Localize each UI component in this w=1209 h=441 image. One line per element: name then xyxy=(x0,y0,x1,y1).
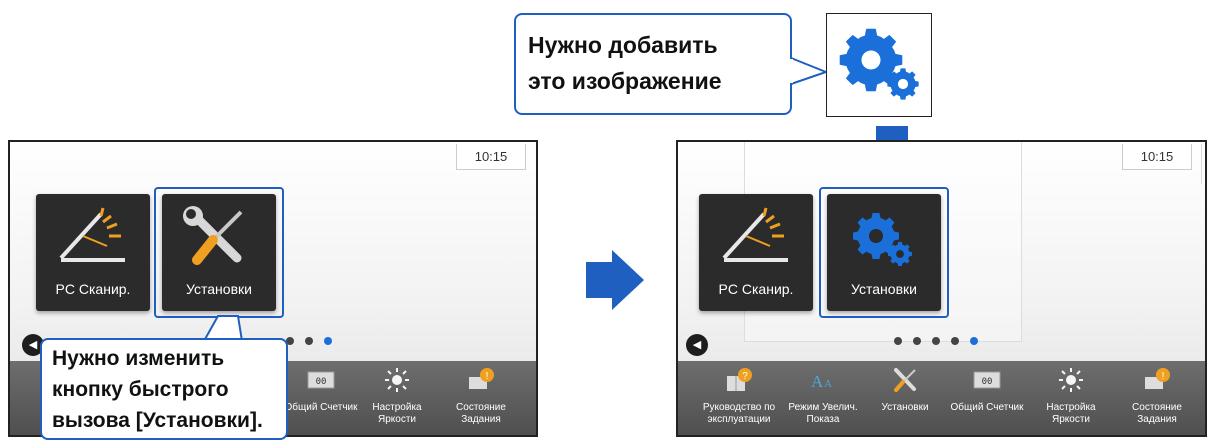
side-panel-toggle[interactable]: ◀▮ xyxy=(536,144,538,184)
zoom-text-icon: AA xyxy=(811,372,832,391)
taskbar-item-label: Состояние Задания xyxy=(1132,402,1182,425)
taskbar-item-label: Общий Счетчик xyxy=(950,402,1024,413)
gears-image-box xyxy=(826,13,932,117)
callout-text-line-1: Нужно изменить xyxy=(52,347,225,370)
clock: 10:15 xyxy=(1122,144,1192,170)
gears-icon xyxy=(839,28,919,100)
tile-pc-scan[interactable]: PC Сканир. xyxy=(36,194,150,311)
tile-label: Установки xyxy=(851,281,917,297)
taskbar-item-label: Руководство по эксплуатации xyxy=(702,402,776,425)
page-dot[interactable] xyxy=(305,337,313,345)
page-dot[interactable] xyxy=(913,337,921,345)
svg-text:00: 00 xyxy=(316,377,327,387)
counter-icon: 00 xyxy=(307,371,335,389)
page-dot-active[interactable] xyxy=(970,337,978,345)
right-arrow-icon xyxy=(586,250,644,310)
after-screen: 10:15 ◀ PC Сканир. Установки ◀ ? Руковод… xyxy=(676,140,1207,437)
job-status-icon: ! xyxy=(469,368,494,389)
clock: 10:15 xyxy=(456,144,526,170)
tile-label: PC Сканир. xyxy=(718,281,794,297)
manual-icon: ? xyxy=(727,368,752,391)
callout-text-line-3: вызова [Установки]. xyxy=(52,409,263,432)
taskbar-item-job-status[interactable]: ! Состояние Задания xyxy=(438,367,524,426)
job-status-icon: ! xyxy=(1145,368,1170,389)
taskbar-item-zoom[interactable]: AA Режим Увелич. Показа xyxy=(780,367,866,426)
scanner-icon xyxy=(59,207,125,262)
page-dot[interactable] xyxy=(932,337,940,345)
taskbar-item-label: Режим Увелич. Показа xyxy=(788,402,858,425)
taskbar-item-brightness[interactable]: Настройка Яркости xyxy=(354,367,440,426)
page-indicator xyxy=(286,337,332,345)
taskbar: ? Руководство по эксплуатации AA Режим У… xyxy=(678,361,1205,435)
taskbar-item-settings[interactable]: Установки xyxy=(862,367,948,414)
svg-text:A: A xyxy=(824,378,832,390)
callout-pointer xyxy=(790,57,828,85)
taskbar-item-label: Состояние Задания xyxy=(456,402,506,425)
svg-text:00: 00 xyxy=(982,377,993,387)
tile-label: Установки xyxy=(186,281,252,297)
page-back-button[interactable]: ◀ xyxy=(686,334,708,356)
tile-pc-scan[interactable]: PC Сканир. xyxy=(699,194,813,311)
taskbar-item-job-status[interactable]: ! Состояние Задания xyxy=(1114,367,1200,426)
svg-text:A: A xyxy=(811,372,824,391)
taskbar-item-label: Настройка Яркости xyxy=(372,402,422,425)
taskbar-item-counter[interactable]: 00 Общий Счетчик xyxy=(278,367,364,414)
tile-settings[interactable]: Установки xyxy=(162,194,276,311)
taskbar-item-counter[interactable]: 00 Общий Счетчик xyxy=(944,367,1030,414)
wrench-screwdriver-icon xyxy=(183,206,243,265)
callout-text-line-1: Нужно добавить xyxy=(528,32,718,58)
page-indicator xyxy=(894,337,978,345)
svg-text:!: ! xyxy=(1162,371,1165,382)
taskbar-item-label: Установки xyxy=(881,402,929,413)
taskbar-item-manual[interactable]: ? Руководство по эксплуатации xyxy=(696,367,782,426)
taskbar-item-label: Настройка Яркости xyxy=(1046,402,1096,425)
wrench-screwdriver-icon xyxy=(894,368,916,392)
gears-icon xyxy=(853,213,912,266)
counter-icon: 00 xyxy=(973,371,1001,389)
page-dot-active[interactable] xyxy=(324,337,332,345)
side-panel-toggle[interactable]: ◀ xyxy=(1201,144,1205,184)
add-image-callout: Нужно добавить это изображение xyxy=(514,13,792,115)
svg-text:!: ! xyxy=(486,371,489,382)
tile-label: PC Сканир. xyxy=(55,281,131,297)
scanner-icon xyxy=(722,207,788,262)
brightness-icon xyxy=(1059,368,1083,392)
change-button-callout: Нужно изменить кнопку быстрого вызова [У… xyxy=(40,338,288,440)
brightness-icon xyxy=(385,368,409,392)
taskbar-item-brightness[interactable]: Настройка Яркости xyxy=(1028,367,1114,426)
svg-text:?: ? xyxy=(742,371,748,382)
tile-settings[interactable]: Установки xyxy=(827,194,941,311)
page-dot[interactable] xyxy=(951,337,959,345)
callout-text-line-2: кнопку быстрого xyxy=(52,378,229,401)
taskbar-item-label: Общий Счетчик xyxy=(284,402,358,413)
page-dot[interactable] xyxy=(894,337,902,345)
callout-text-line-2: это изображение xyxy=(528,68,722,94)
